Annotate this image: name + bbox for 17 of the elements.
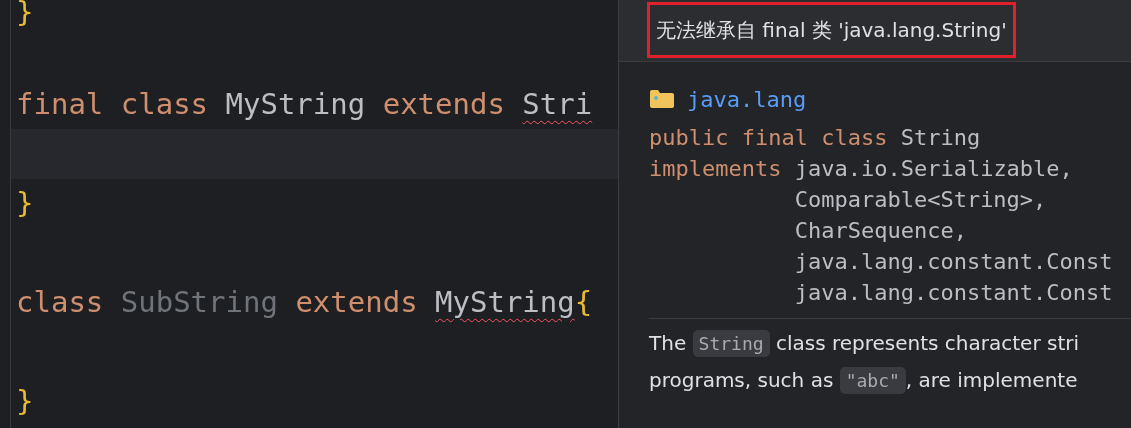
code-line: final class MyString extends Stri [16, 85, 593, 123]
signature-line: CharSequence, [793, 217, 967, 245]
code-line: class SubString extends MyString{ [16, 283, 593, 321]
signature-line: Comparable<String>, [793, 186, 1047, 214]
signature-line: public final class String [649, 124, 981, 152]
signature-line: java.lang.constant.Const [793, 248, 1113, 276]
description-text: programs, such as "abc" , are implemente [649, 366, 1078, 396]
signature-line: implements java.io.Serializable, [649, 155, 1073, 183]
error-message: 无法继承自 final 类 'java.lang.String' [647, 2, 1016, 58]
package-link[interactable]: java.lang [687, 82, 807, 116]
code-line: } [16, 382, 34, 420]
code-editor[interactable]: } final class MyString extends Stri } class SubString extends MyString{ } [10, 0, 618, 428]
code-line: } [16, 184, 34, 222]
description-text: The String class represents character stri [649, 329, 1080, 359]
signature-line: java.lang.constant.Const [793, 279, 1113, 307]
code-line: } [16, 0, 34, 32]
package-folder-icon [649, 89, 675, 109]
